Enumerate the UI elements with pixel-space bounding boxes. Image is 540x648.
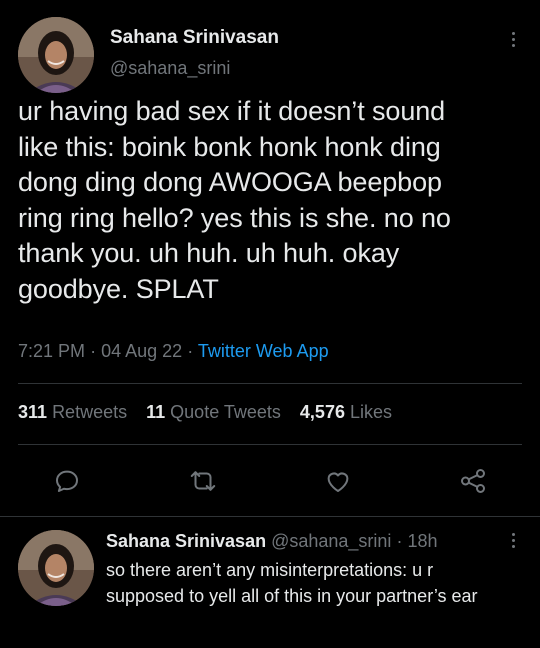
- meta-separator: ·: [90, 341, 97, 361]
- meta-separator: ·: [187, 341, 194, 361]
- reply-header: Sahana Srinivasan @sahana_srini · 18h: [106, 531, 438, 552]
- reply-icon[interactable]: [52, 466, 82, 496]
- reply-separator: ·: [396, 531, 403, 551]
- like-icon[interactable]: [323, 466, 353, 496]
- tweet-stats: 311 Retweets 11 Quote Tweets 4,576 Likes: [18, 402, 406, 423]
- tweet-time[interactable]: 7:21 PM: [18, 341, 85, 361]
- reply-author-name[interactable]: Sahana Srinivasan: [106, 531, 266, 551]
- quote-tweets-stat[interactable]: 11 Quote Tweets: [146, 402, 281, 422]
- author-handle[interactable]: @sahana_srini: [110, 58, 230, 79]
- reply-text: so there aren’t any misinterpretations: …: [106, 560, 478, 606]
- reply-author-avatar[interactable]: [18, 530, 94, 606]
- divider: [18, 444, 522, 445]
- reply-author-handle[interactable]: @sahana_srini: [271, 531, 391, 551]
- tweet-source-link[interactable]: Twitter Web App: [198, 341, 329, 361]
- tweet-date[interactable]: 04 Aug 22: [101, 341, 182, 361]
- retweet-icon[interactable]: [188, 466, 218, 496]
- author-avatar[interactable]: [18, 17, 94, 93]
- divider: [18, 383, 522, 384]
- author-name[interactable]: Sahana Srinivasan: [110, 27, 279, 49]
- reply-age[interactable]: 18h: [407, 531, 437, 551]
- divider: [0, 516, 540, 517]
- retweets-stat[interactable]: 311 Retweets: [18, 402, 127, 422]
- reply-more-options-icon[interactable]: [503, 528, 523, 552]
- avatar-photo: [18, 17, 94, 93]
- avatar-photo: [18, 530, 94, 606]
- tweet-text: ur having bad sex if it doesn’t sound li…: [18, 96, 451, 304]
- tweet-meta: 7:21 PM · 04 Aug 22 · Twitter Web App: [18, 341, 329, 362]
- share-icon[interactable]: [458, 466, 488, 496]
- likes-stat[interactable]: 4,576 Likes: [300, 402, 392, 422]
- more-options-icon[interactable]: [503, 27, 523, 51]
